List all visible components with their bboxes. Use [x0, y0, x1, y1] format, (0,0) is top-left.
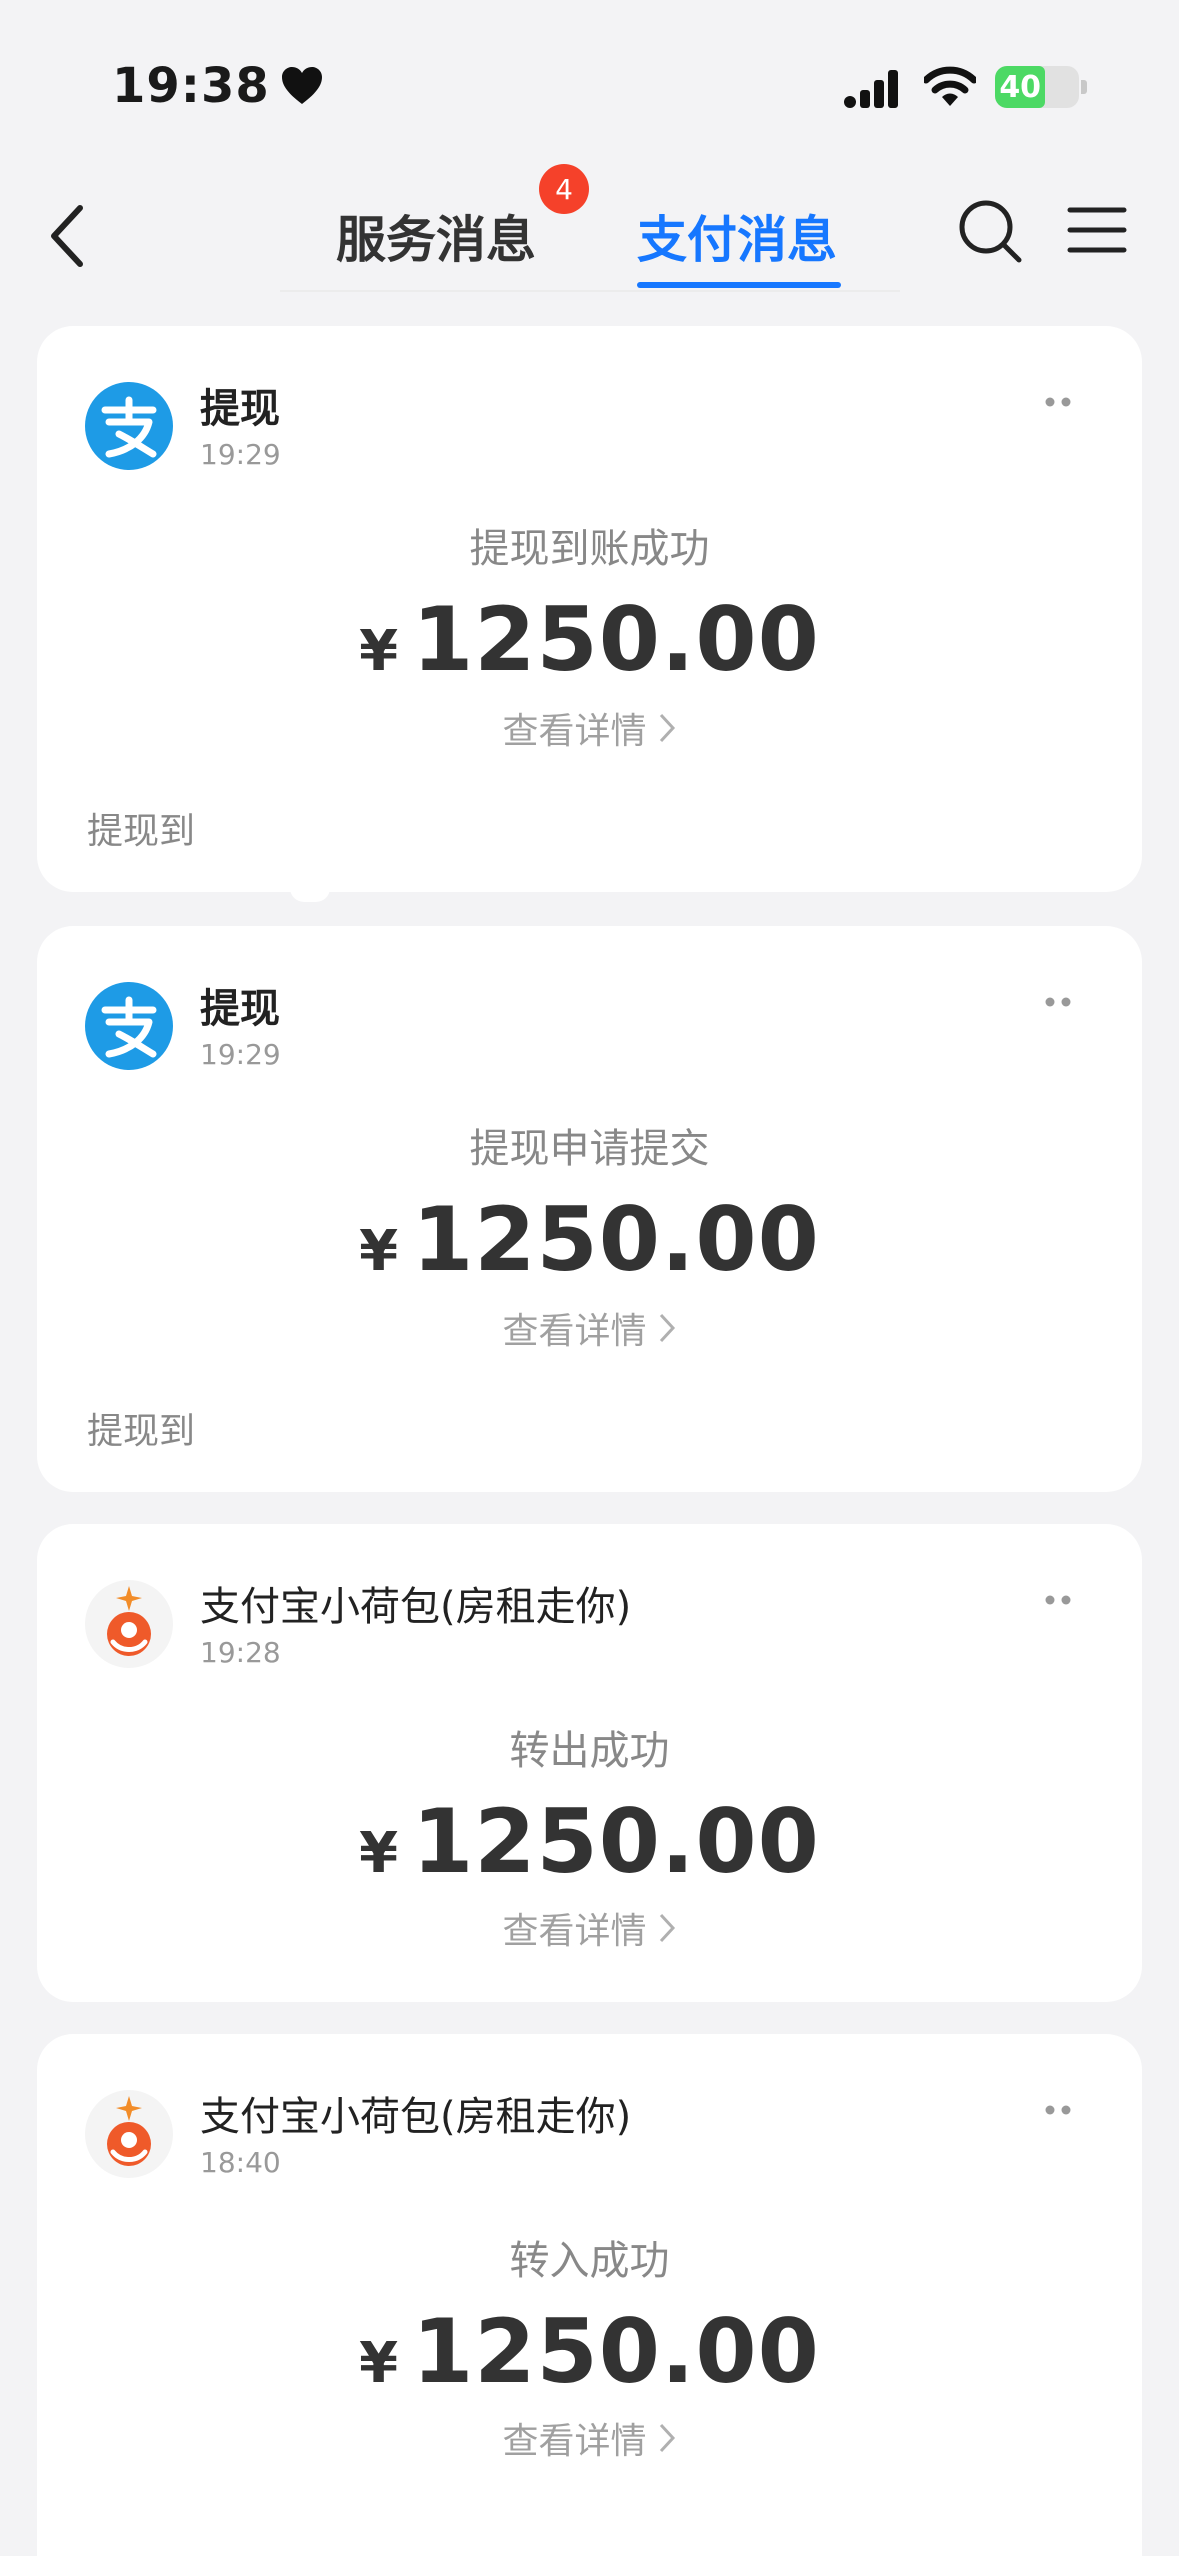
tab-label: 支付消息: [637, 211, 837, 269]
pouch-icon: [85, 2090, 173, 2178]
currency-symbol: ¥: [359, 2331, 399, 2396]
card-time: 19:29: [200, 1038, 281, 1071]
chevron-right-icon: [659, 1313, 675, 1343]
message-card[interactable]: 提现 19:29 提现申请提交 ¥1250.00 查看详情 提现到: [37, 926, 1142, 1492]
message-card[interactable]: 支付宝小荷包(房租走你) 19:28 转出成功 ¥1250.00 查看详情: [37, 1524, 1142, 2002]
view-details-label: 查看详情: [502, 1311, 647, 1352]
search-icon[interactable]: [955, 196, 1025, 266]
transaction-status: 提现申请提交: [469, 1126, 710, 1172]
chevron-right-icon: [659, 2423, 675, 2453]
card-title: 提现: [200, 986, 280, 1032]
more-options-icon[interactable]: [1044, 2104, 1072, 2116]
card-title: 提现: [200, 386, 280, 432]
tab-payment-messages[interactable]: 支付消息: [637, 200, 837, 270]
card-time: 19:29: [200, 438, 281, 471]
chevron-right-icon: [659, 713, 675, 743]
message-card[interactable]: 支付宝小荷包(房租走你) 18:40 转入成功 ¥1250.00 查看详情: [37, 2034, 1142, 2556]
heart-icon: [281, 67, 322, 104]
card-title: 支付宝小荷包(房租走你): [200, 1584, 632, 1630]
tab-divider: [280, 290, 900, 292]
header: 服务消息 4 支付消息: [0, 160, 1179, 290]
clock-text: 19:38: [112, 58, 270, 114]
amount-value: 1250.00: [412, 588, 820, 691]
amount-value: 1250.00: [412, 2300, 820, 2403]
view-details-link[interactable]: 查看详情: [37, 1902, 1142, 1954]
cellular-signal-icon: [844, 70, 898, 108]
view-details-link[interactable]: 查看详情: [37, 2412, 1142, 2464]
transaction-status: 转入成功: [509, 2238, 670, 2284]
more-options-icon[interactable]: [1044, 396, 1072, 408]
back-arrow-icon[interactable]: [40, 196, 100, 276]
chevron-right-icon: [659, 1913, 675, 1943]
status-time: 19:38: [112, 58, 324, 114]
card-note: 提现到: [87, 1411, 196, 1452]
more-options-icon[interactable]: [1044, 1594, 1072, 1606]
payment-messages-screen: 19:38 40 服务消息 4 支付消息 提现 19:29 提现到账成功 ¥ 1…: [0, 0, 1179, 2556]
transaction-status: 转出成功: [509, 1728, 670, 1774]
view-details-label: 查看详情: [502, 2421, 647, 2462]
alipay-icon: [85, 382, 173, 470]
status-bar: 19:38 40: [0, 0, 1179, 150]
pouch-icon: [85, 1580, 173, 1668]
menu-icon[interactable]: [1066, 200, 1128, 260]
amount-value: 1250.00: [412, 1790, 820, 1893]
battery-indicator: 40: [995, 66, 1087, 108]
alipay-icon: [85, 982, 173, 1070]
battery-tip: [1081, 80, 1087, 94]
card-time: 18:40: [200, 2146, 281, 2179]
battery-text: 40: [999, 69, 1042, 105]
transaction-amount: ¥1250.00: [37, 2300, 1142, 2403]
unread-badge: 4: [539, 164, 589, 214]
transaction-status: 提现到账成功: [469, 526, 710, 572]
tab-label: 服务消息: [336, 211, 536, 269]
active-tab-indicator: [637, 282, 841, 288]
amount-value: 1250.00: [412, 1188, 820, 1291]
card-pointer: [290, 888, 330, 902]
currency-symbol: ¥: [359, 1821, 399, 1886]
view-details-link[interactable]: 查看详情: [37, 702, 1142, 754]
tab-service-messages[interactable]: 服务消息: [336, 200, 536, 270]
transaction-amount: ¥1250.00: [37, 1790, 1142, 1893]
card-note: 提现到: [87, 811, 196, 852]
view-details-link[interactable]: 查看详情: [37, 1302, 1142, 1354]
battery-level: 40: [995, 66, 1046, 108]
transaction-amount: ¥1250.00: [37, 588, 1142, 691]
view-details-label: 查看详情: [502, 711, 647, 752]
more-options-icon[interactable]: [1044, 996, 1072, 1008]
card-title: 支付宝小荷包(房租走你): [200, 2094, 632, 2140]
wifi-icon: [924, 66, 976, 106]
transaction-amount: ¥1250.00: [37, 1188, 1142, 1291]
view-details-label: 查看详情: [502, 1911, 647, 1952]
currency-symbol: ¥: [359, 619, 399, 684]
message-card[interactable]: 提现 19:29 提现到账成功 ¥1250.00 查看详情 提现到: [37, 326, 1142, 892]
currency-symbol: ¥: [359, 1219, 399, 1284]
card-time: 19:28: [200, 1636, 281, 1669]
